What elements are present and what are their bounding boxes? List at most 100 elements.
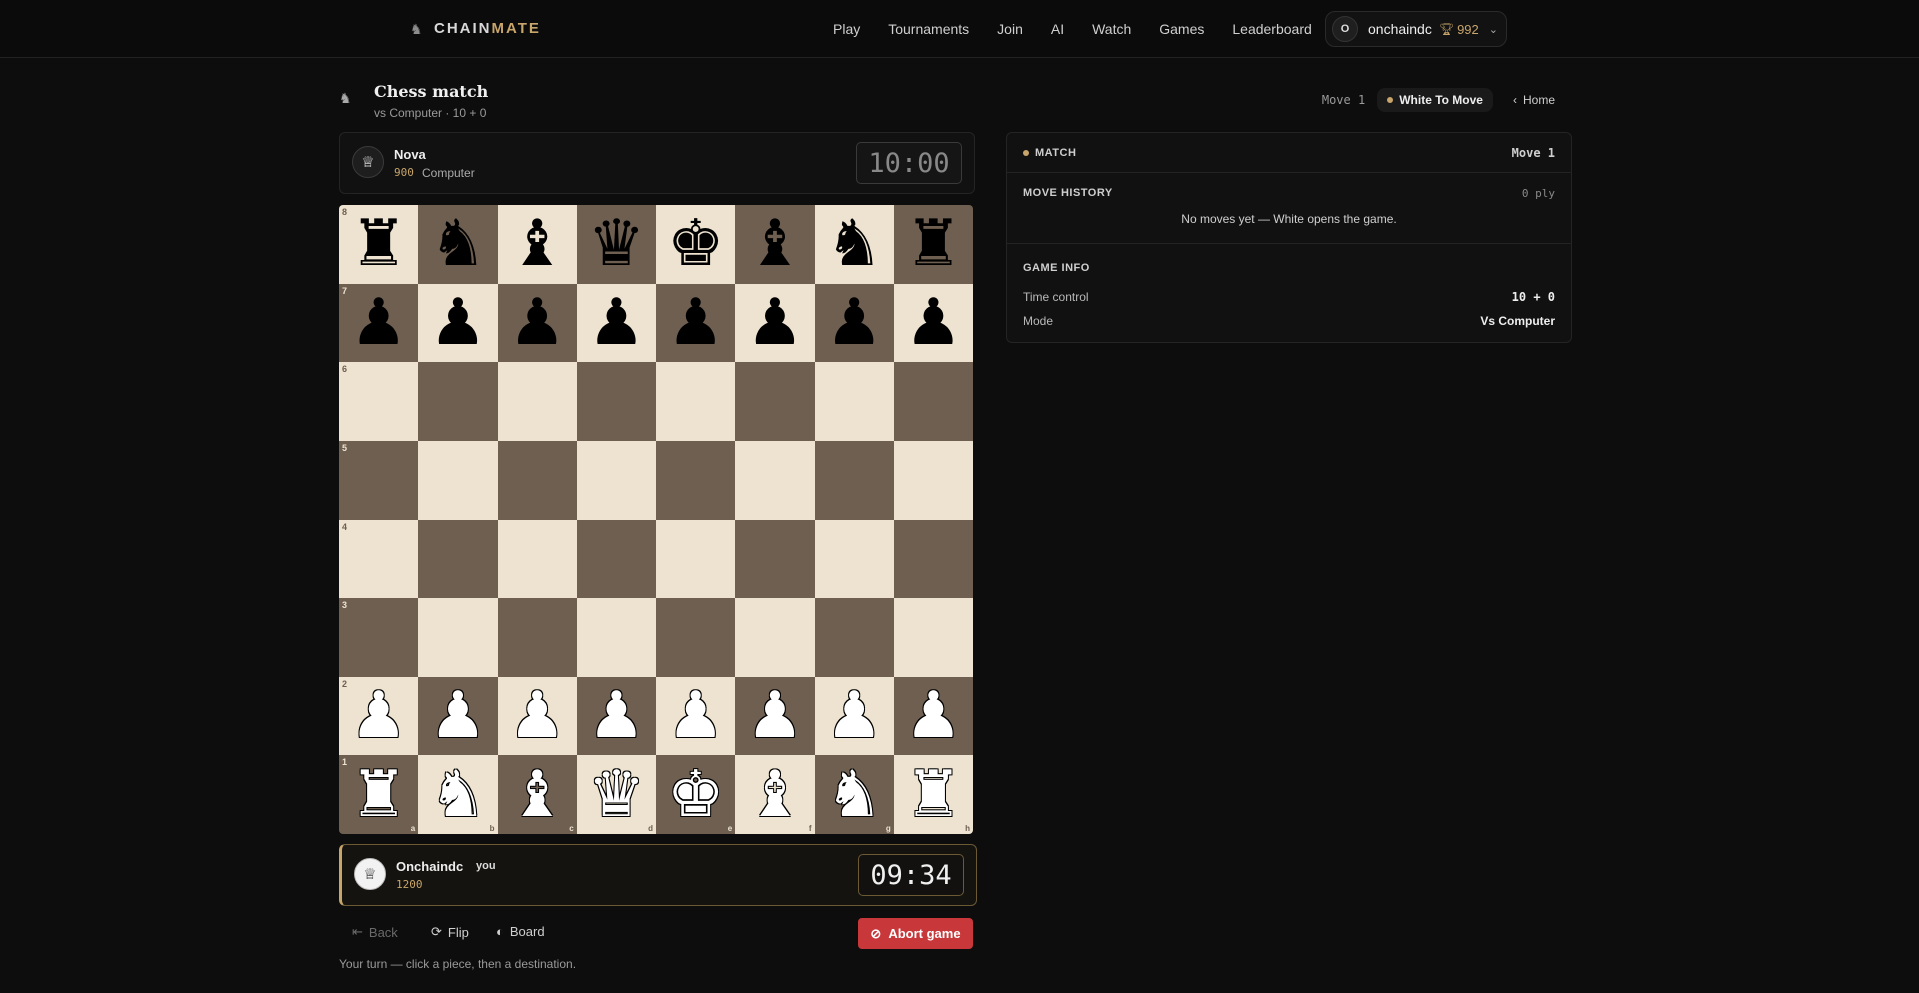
- square-d8[interactable]: ♛: [576, 205, 656, 284]
- square-b3[interactable]: [418, 598, 498, 677]
- square-f5[interactable]: [735, 440, 815, 520]
- user-menu-button[interactable]: O onchaindc 🏆︎ 992 ⌄: [1325, 11, 1507, 47]
- square-f8[interactable]: ♝: [735, 205, 815, 284]
- square-d3[interactable]: [576, 598, 656, 677]
- black-pawn-icon[interactable]: ♟: [429, 291, 486, 355]
- back-button[interactable]: ⇤ Back: [352, 924, 398, 940]
- white-rook-icon[interactable]: ♜: [350, 763, 407, 827]
- square-g3[interactable]: [814, 598, 894, 677]
- square-b4[interactable]: [418, 519, 498, 599]
- square-c6[interactable]: [497, 362, 577, 441]
- white-pawn-icon[interactable]: ♟: [905, 684, 962, 748]
- black-knight-icon[interactable]: ♞: [825, 212, 882, 276]
- nav-leaderboard[interactable]: Leaderboard: [1232, 18, 1311, 40]
- square-h1[interactable]: h ♜: [893, 755, 973, 834]
- black-knight-icon[interactable]: ♞: [429, 212, 486, 276]
- black-pawn-icon[interactable]: ♟: [588, 291, 645, 355]
- square-h5[interactable]: [893, 440, 973, 520]
- black-pawn-icon[interactable]: ♟: [508, 291, 565, 355]
- square-b5[interactable]: [418, 440, 498, 520]
- square-b6[interactable]: [418, 362, 498, 441]
- flip-button[interactable]: ⟳ Flip: [431, 924, 469, 940]
- black-bishop-icon[interactable]: ♝: [746, 212, 803, 276]
- square-e2[interactable]: ♟: [656, 676, 736, 756]
- square-d5[interactable]: [576, 440, 656, 520]
- square-c3[interactable]: [497, 598, 577, 677]
- black-bishop-icon[interactable]: ♝: [508, 212, 565, 276]
- square-a6[interactable]: 6: [339, 362, 419, 441]
- square-a5[interactable]: 5: [339, 440, 419, 520]
- square-c7[interactable]: ♟: [497, 283, 577, 363]
- black-pawn-icon[interactable]: ♟: [905, 291, 962, 355]
- square-f3[interactable]: [735, 598, 815, 677]
- white-pawn-icon[interactable]: ♟: [825, 684, 882, 748]
- nav-ai[interactable]: AI: [1051, 18, 1064, 40]
- square-f6[interactable]: [735, 362, 815, 441]
- white-king-icon[interactable]: ♚: [667, 763, 724, 827]
- square-c8[interactable]: ♝: [497, 205, 577, 284]
- board-theme-button[interactable]: ◐ Board: [496, 924, 545, 939]
- abort-game-button[interactable]: ⊘ Abort game: [858, 918, 973, 949]
- white-bishop-icon[interactable]: ♝: [508, 763, 565, 827]
- black-pawn-icon[interactable]: ♟: [667, 291, 724, 355]
- white-pawn-icon[interactable]: ♟: [429, 684, 486, 748]
- square-h2[interactable]: ♟: [893, 676, 973, 756]
- square-e4[interactable]: [656, 519, 736, 599]
- square-c2[interactable]: ♟: [497, 676, 577, 756]
- square-a8[interactable]: 8 ♜: [339, 205, 419, 284]
- square-e6[interactable]: [656, 362, 736, 441]
- white-pawn-icon[interactable]: ♟: [350, 684, 407, 748]
- square-h8[interactable]: ♜: [893, 205, 973, 284]
- square-d7[interactable]: ♟: [576, 283, 656, 363]
- square-d6[interactable]: [576, 362, 656, 441]
- square-g6[interactable]: [814, 362, 894, 441]
- square-b7[interactable]: ♟: [418, 283, 498, 363]
- square-a4[interactable]: 4: [339, 519, 419, 599]
- square-d1[interactable]: d ♛: [576, 755, 656, 834]
- square-e5[interactable]: [656, 440, 736, 520]
- square-h6[interactable]: [893, 362, 973, 441]
- black-king-icon[interactable]: ♚: [667, 212, 724, 276]
- nav-join[interactable]: Join: [997, 18, 1023, 40]
- square-a2[interactable]: 2 ♟: [339, 676, 419, 756]
- square-g2[interactable]: ♟: [814, 676, 894, 756]
- black-rook-icon[interactable]: ♜: [350, 212, 407, 276]
- white-pawn-icon[interactable]: ♟: [508, 684, 565, 748]
- nav-watch[interactable]: Watch: [1092, 18, 1131, 40]
- square-g1[interactable]: g ♞: [814, 755, 894, 834]
- square-e3[interactable]: [656, 598, 736, 677]
- square-d2[interactable]: ♟: [576, 676, 656, 756]
- black-pawn-icon[interactable]: ♟: [825, 291, 882, 355]
- square-c1[interactable]: c ♝: [497, 755, 577, 834]
- square-b1[interactable]: b ♞: [418, 755, 498, 834]
- square-a7[interactable]: 7 ♟: [339, 283, 419, 363]
- square-e7[interactable]: ♟: [656, 283, 736, 363]
- square-c5[interactable]: [497, 440, 577, 520]
- square-a3[interactable]: 3: [339, 598, 419, 677]
- white-queen-icon[interactable]: ♛: [588, 763, 645, 827]
- square-h3[interactable]: [893, 598, 973, 677]
- square-a1[interactable]: 1 a ♜: [339, 755, 419, 834]
- square-b8[interactable]: ♞: [418, 205, 498, 284]
- square-g4[interactable]: [814, 519, 894, 599]
- white-knight-icon[interactable]: ♞: [429, 763, 486, 827]
- home-link[interactable]: ‹ Home: [1505, 89, 1563, 111]
- black-queen-icon[interactable]: ♛: [588, 212, 645, 276]
- square-e1[interactable]: e ♚: [656, 755, 736, 834]
- square-g5[interactable]: [814, 440, 894, 520]
- square-f2[interactable]: ♟: [735, 676, 815, 756]
- white-bishop-icon[interactable]: ♝: [746, 763, 803, 827]
- nav-games[interactable]: Games: [1159, 18, 1204, 40]
- square-c4[interactable]: [497, 519, 577, 599]
- white-pawn-icon[interactable]: ♟: [667, 684, 724, 748]
- square-g8[interactable]: ♞: [814, 205, 894, 284]
- square-f1[interactable]: f ♝: [735, 755, 815, 834]
- square-g7[interactable]: ♟: [814, 283, 894, 363]
- nav-play[interactable]: Play: [833, 18, 860, 40]
- black-pawn-icon[interactable]: ♟: [350, 291, 407, 355]
- black-rook-icon[interactable]: ♜: [905, 212, 962, 276]
- chess-board[interactable]: 8 ♜ ♞ ♝ ♛ ♚ ♝ ♞ ♜ 7 ♟ ♟ ♟ ♟ ♟ ♟ ♟ ♟ 6 5 4 3 2 ♟ ♟ ♟ ♟ ♟ ♟ ♟ ♟ 1 a ♜ b ♞ c ♝ d ♛…: [339, 205, 973, 834]
- square-h4[interactable]: [893, 519, 973, 599]
- square-h7[interactable]: ♟: [893, 283, 973, 363]
- brand-logo[interactable]: ♞ CHAINMATE: [410, 20, 541, 37]
